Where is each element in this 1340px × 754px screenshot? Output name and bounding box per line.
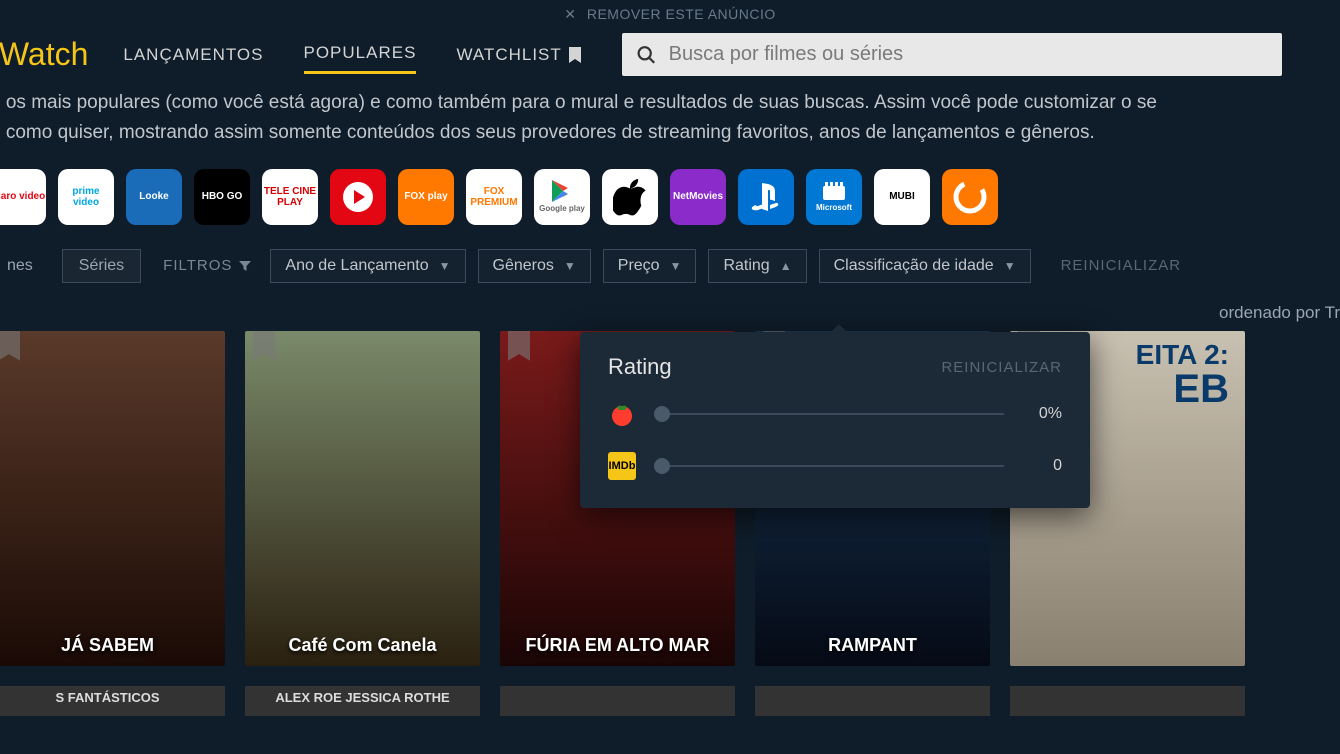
tomato-slider-row: 0% <box>608 400 1062 428</box>
movie-poster[interactable]: Café Com Canela <box>245 331 480 666</box>
nav-watchlist[interactable]: WATCHLIST <box>456 35 581 74</box>
bookmark-icon <box>568 46 582 64</box>
filter-price[interactable]: Preço ▼ <box>603 249 697 283</box>
filter-row: nes Séries FILTROS Ano de Lançamento ▼ G… <box>0 243 1340 289</box>
poster-title: FÚRIA EM ALTO MAR <box>500 635 735 656</box>
nav-watchlist-label: WATCHLIST <box>456 45 561 65</box>
ad-text: REMOVER ESTE ANÚNCIO <box>587 6 776 22</box>
provider-tile[interactable]: FOX play <box>398 169 454 225</box>
rating-popup-reset[interactable]: REINICIALIZAR <box>941 359 1062 376</box>
filters-label: FILTROS <box>163 257 252 274</box>
google-play-icon <box>551 179 573 203</box>
chevron-down-icon: ▼ <box>564 259 576 273</box>
provider-tile[interactable] <box>738 169 794 225</box>
imdb-slider-row: IMDb 0 <box>608 452 1062 480</box>
filter-icon <box>238 259 252 273</box>
nav-releases[interactable]: LANÇAMENTOS <box>123 35 263 74</box>
provider-tile[interactable]: MUBI <box>874 169 930 225</box>
tomato-icon <box>608 400 636 428</box>
tab-movies[interactable]: nes <box>0 249 50 283</box>
provider-tile[interactable] <box>942 169 998 225</box>
slider-thumb[interactable] <box>654 406 670 422</box>
imdb-slider[interactable] <box>654 465 1004 467</box>
provider-tile[interactable]: Looke <box>126 169 182 225</box>
movie-poster[interactable] <box>755 686 990 716</box>
chevron-up-icon: ▲ <box>780 259 792 273</box>
poster-title: Café Com Canela <box>245 635 480 656</box>
posters-row-2: S FANTÁSTICOS ALEX ROE JESSICA ROTHE <box>0 666 1340 716</box>
provider-tile[interactable] <box>602 169 658 225</box>
chevron-down-icon: ▼ <box>439 259 451 273</box>
filter-age[interactable]: Classificação de idade ▼ <box>819 249 1031 283</box>
provider-tile[interactable]: Claro video <box>0 169 46 225</box>
logo[interactable]: tWatch <box>0 36 88 73</box>
poster-title: RAMPANT <box>755 635 990 656</box>
provider-tile[interactable]: NetMovies <box>670 169 726 225</box>
apple-icon <box>613 177 647 217</box>
slider-thumb[interactable] <box>654 458 670 474</box>
provider-tile[interactable] <box>330 169 386 225</box>
sort-value[interactable]: Tr <box>1325 303 1340 322</box>
search-icon <box>636 44 657 66</box>
providers-row: Claro video prime videoLookeHBO GOTELE CI… <box>0 167 1340 243</box>
provider-tile[interactable]: prime video <box>58 169 114 225</box>
poster-title: ALEX ROE JESSICA ROTHE <box>245 690 480 705</box>
tab-series[interactable]: Séries <box>62 249 141 283</box>
chevron-down-icon: ▼ <box>1004 259 1016 273</box>
play-circle-icon <box>340 179 376 215</box>
nav-popular[interactable]: POPULARES <box>304 35 417 74</box>
provider-tile[interactable]: FOX PREMIUM <box>466 169 522 225</box>
search-box[interactable] <box>622 33 1282 76</box>
filter-rating[interactable]: Rating ▲ <box>708 249 806 283</box>
search-input[interactable] <box>669 43 1268 66</box>
filter-genres[interactable]: Gêneros ▼ <box>478 249 591 283</box>
close-ad-icon[interactable]: ✕ <box>564 6 576 22</box>
provider-tile[interactable]: HBO GO <box>194 169 250 225</box>
chevron-down-icon: ▼ <box>670 259 682 273</box>
sort-row: ordenado por Tr <box>0 289 1340 327</box>
filters-reset[interactable]: REINICIALIZAR <box>1061 257 1182 274</box>
sort-label: ordenado por <box>1219 303 1320 322</box>
nav-links: LANÇAMENTOS POPULARES WATCHLIST <box>123 35 581 74</box>
tomato-slider[interactable] <box>654 413 1004 415</box>
poster-title: S FANTÁSTICOS <box>0 690 225 705</box>
rating-popup-title: Rating <box>608 354 672 380</box>
rating-popup: Rating REINICIALIZAR 0% IMDb 0 <box>580 332 1090 508</box>
crunchyroll-icon <box>950 177 990 217</box>
movie-poster[interactable]: ALEX ROE JESSICA ROTHE <box>245 686 480 716</box>
ad-banner[interactable]: ✕ REMOVER ESTE ANÚNCIO <box>0 0 1340 29</box>
provider-tile[interactable]: TELE CINE PLAY <box>262 169 318 225</box>
provider-tile[interactable]: Google play <box>534 169 590 225</box>
bookmark-ribbon-icon[interactable] <box>0 331 20 361</box>
movie-poster[interactable]: S FANTÁSTICOS <box>0 686 225 716</box>
poster-title: JÁ SABEM <box>0 635 225 656</box>
playstation-icon <box>746 177 786 217</box>
bookmark-ribbon-icon[interactable] <box>253 331 275 361</box>
page-description: o os mais populares (como você está agor… <box>0 88 1340 167</box>
movie-poster[interactable] <box>1010 686 1245 716</box>
imdb-icon: IMDb <box>608 452 636 480</box>
provider-tile[interactable]: Microsoft <box>806 169 862 225</box>
topbar: tWatch LANÇAMENTOS POPULARES WATCHLIST <box>0 29 1340 88</box>
imdb-value: 0 <box>1022 457 1062 475</box>
tomato-value: 0% <box>1022 405 1062 423</box>
bookmark-ribbon-icon[interactable] <box>508 331 530 361</box>
microsoft-movies-icon <box>821 180 847 202</box>
filter-year[interactable]: Ano de Lançamento ▼ <box>270 249 465 283</box>
movie-poster[interactable] <box>500 686 735 716</box>
movie-poster[interactable]: JÁ SABEM <box>0 331 225 666</box>
